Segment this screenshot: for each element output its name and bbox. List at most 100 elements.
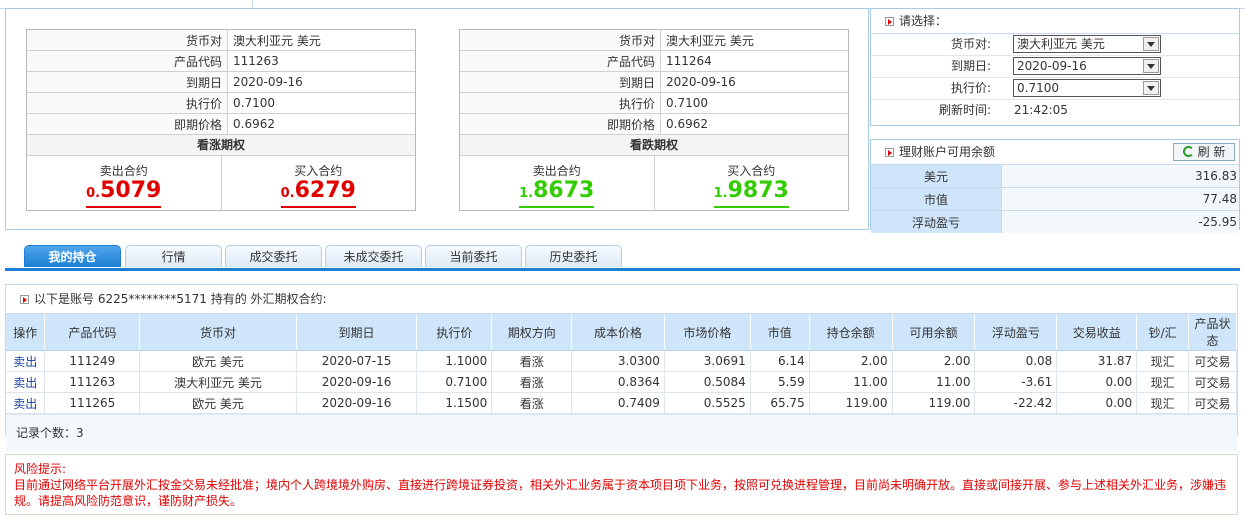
expiry-date-select[interactable]: 2020-09-16: [1013, 57, 1161, 75]
tab-unfilled-orders[interactable]: 未成交委托: [325, 245, 422, 267]
tab-filled-orders[interactable]: 成交委托: [225, 245, 322, 267]
table-cell: 看涨: [491, 392, 573, 414]
tab-bar: 我的持仓 行情 成交委托 未成交委托 当前委托 历史委托: [5, 244, 1240, 271]
strike-price-select[interactable]: 0.7100: [1013, 79, 1161, 97]
currency-pair-value: 澳大利亚元 美元: [227, 30, 415, 51]
balance-panel-title: 理财账户可用余额: [899, 145, 996, 159]
table-cell: 卖出: [6, 350, 46, 372]
table-cell: 看涨: [491, 371, 573, 393]
table-cell: 现汇: [1136, 392, 1190, 414]
tab-history-orders[interactable]: 历史委托: [525, 245, 622, 267]
sell-link[interactable]: 卖出: [13, 355, 37, 369]
column-header: 市值: [750, 314, 810, 351]
column-header: 成本价格: [571, 314, 665, 351]
product-code-value: 111264: [660, 50, 848, 72]
column-header: 浮动盈亏: [974, 314, 1058, 351]
buy-contract-label: 买入合约: [294, 164, 343, 178]
column-header: 可用余额: [892, 314, 976, 351]
table-row: 卖出 111249 欧元 美元 2020-07-15 1.1000 看涨 3.0300 3.0…: [6, 350, 1237, 372]
sell-contract-cell[interactable]: 卖出合约 0.5079: [27, 156, 221, 211]
arrow-bullet-icon: [20, 295, 29, 304]
table-header-row: 操作 产品代码 货币对 到期日 执行价 期权方向 成本价格 市场价格 市值 持仓余额 可用余额 浮动盈…: [6, 314, 1237, 351]
tab-current-orders[interactable]: 当前委托: [425, 245, 522, 267]
chevron-down-icon[interactable]: [1143, 37, 1159, 51]
table-cell: 0.5525: [664, 392, 751, 414]
holdings-header-text: 以下是账号 6225********5171 持有的 外汇期权合约:: [34, 292, 327, 306]
table-cell: 现汇: [1136, 371, 1190, 393]
table-cell: 0.00: [1056, 392, 1138, 414]
table-cell: 111265: [44, 392, 141, 414]
buy-contract-cell[interactable]: 买入合约 0.6279: [220, 156, 416, 211]
arrow-bullet-icon: [885, 148, 894, 157]
market-value: 77.48: [1001, 187, 1239, 211]
refresh-button-label: 刷 新: [1197, 145, 1226, 159]
table-cell: 0.00: [1056, 371, 1138, 393]
table-cell: 0.8364: [571, 371, 665, 393]
field-label: 货币对: [460, 30, 661, 51]
sell-link[interactable]: 卖出: [13, 376, 37, 390]
chevron-down-icon[interactable]: [1143, 59, 1159, 73]
column-header: 操作: [6, 314, 46, 351]
risk-text: 目前通过网络平台开展外汇按金交易未经批准；境内个人跨境境外购房、直接进行跨境证券…: [14, 478, 1227, 508]
holdings-table: 操作 产品代码 货币对 到期日 执行价 期权方向 成本价格 市场价格 市值 持仓余额 可用余额 浮动盈…: [6, 314, 1237, 414]
buy-contract-price[interactable]: 1.9873: [713, 179, 789, 208]
field-label: 执行价:: [950, 81, 991, 95]
table-cell: 119.00: [892, 392, 976, 414]
refresh-time-value: 21:42:05: [1014, 103, 1068, 117]
strike-price-value: 0.7100: [660, 92, 848, 114]
table-cell: 1.1000: [416, 350, 493, 372]
column-header: 市场价格: [664, 314, 751, 351]
table-row: 卖出 111263 澳大利亚元 美元 2020-09-16 0.7100 看涨 0.8364…: [6, 371, 1237, 393]
table-cell: 可交易: [1188, 392, 1237, 414]
field-label: 执行价: [27, 92, 228, 114]
table-cell: 可交易: [1188, 371, 1237, 393]
field-label: 产品代码: [460, 50, 661, 72]
holdings-header: 以下是账号 6225********5171 持有的 外汇期权合约:: [6, 285, 1237, 314]
field-label: 货币对:: [950, 37, 991, 51]
column-header: 到期日: [296, 314, 418, 351]
table-cell: 2.00: [809, 350, 893, 372]
balance-label: 浮动盈亏: [871, 210, 1002, 233]
table-cell: 欧元 美元: [139, 392, 297, 414]
field-label: 产品代码: [27, 50, 228, 72]
table-cell: 澳大利亚元 美元: [139, 371, 297, 393]
field-label: 刷新时间:: [938, 103, 991, 117]
table-cell: 65.75: [750, 392, 810, 414]
currency-pair-select[interactable]: 澳大利亚元 美元: [1013, 35, 1161, 53]
tab-market[interactable]: 行情: [125, 245, 222, 267]
table-cell: 2.00: [892, 350, 976, 372]
field-label: 即期价格: [460, 113, 661, 135]
sell-contract-cell[interactable]: 卖出合约 1.8673: [460, 156, 654, 211]
table-cell: 11.00: [892, 371, 976, 393]
sell-contract-price[interactable]: 0.5079: [86, 179, 162, 208]
table-cell: -22.42: [974, 392, 1058, 414]
table-cell: 0.5084: [664, 371, 751, 393]
table-cell: 3.0691: [664, 350, 751, 372]
sell-link[interactable]: 卖出: [13, 397, 37, 411]
table-cell: 11.00: [809, 371, 893, 393]
field-label: 到期日:: [950, 59, 991, 73]
select-panel: 请选择： 货币对: 澳大利亚元 美元 到期日: 2020-09-16 执行价: …: [870, 8, 1240, 126]
tab-my-positions[interactable]: 我的持仓: [24, 245, 121, 267]
spot-price-value: 0.6962: [227, 113, 415, 135]
expiry-date-value: 2020-09-16: [660, 71, 848, 93]
column-header: 持仓余额: [809, 314, 893, 351]
table-cell: 卖出: [6, 371, 46, 393]
buy-contract-cell[interactable]: 买入合约 1.9873: [653, 156, 849, 211]
risk-notice: 风险提示: 目前通过网络平台开展外汇按金交易未经批准；境内个人跨境境外购房、直接…: [5, 454, 1238, 515]
refresh-button[interactable]: 刷 新: [1173, 143, 1235, 161]
put-option-title: 看跌期权: [460, 135, 848, 156]
table-cell: 0.08: [974, 350, 1058, 372]
sell-contract-label: 卖出合约: [99, 164, 148, 178]
column-header: 期权方向: [491, 314, 573, 351]
table-cell: 欧元 美元: [139, 350, 297, 372]
strike-price-value: 0.7100: [227, 92, 415, 114]
chevron-down-icon[interactable]: [1143, 81, 1159, 95]
table-row: 卖出 111265 欧元 美元 2020-09-16 1.1500 看涨 0.7409 0.5…: [6, 392, 1237, 414]
buy-contract-price[interactable]: 0.6279: [280, 179, 356, 208]
sell-contract-price[interactable]: 1.8673: [519, 179, 595, 208]
table-cell: 3.0300: [571, 350, 665, 372]
column-header: 产品状态: [1188, 314, 1237, 351]
field-label: 到期日: [460, 71, 661, 93]
balance-label: 市值: [871, 187, 1002, 211]
